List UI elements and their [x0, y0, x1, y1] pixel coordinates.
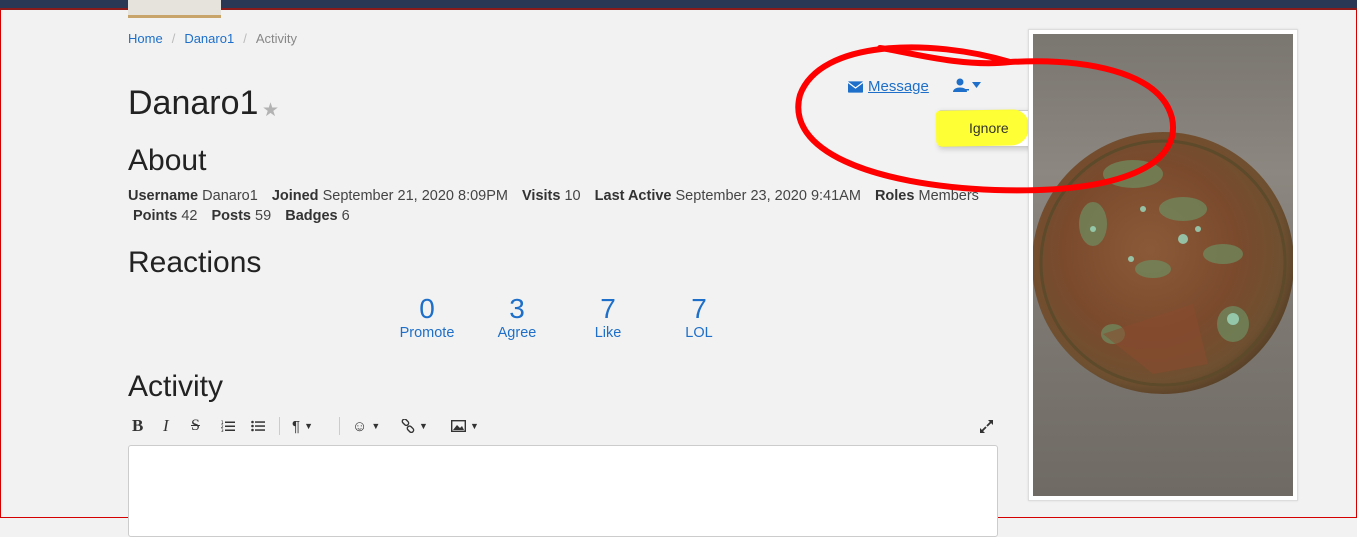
user-icon — [953, 78, 969, 92]
breadcrumb: Home / Danaro1 / Activity — [128, 31, 297, 46]
star-icon[interactable]: ★ — [262, 99, 279, 122]
caret-down-icon: ▼ — [419, 421, 428, 431]
ordered-list-icon[interactable]: 123 — [221, 414, 235, 438]
about-field: Badges 6 — [285, 208, 350, 224]
toolbar-divider — [339, 417, 340, 435]
reactions-heading: Reactions — [128, 246, 262, 279]
breadcrumb-home-link[interactable]: Home — [128, 31, 163, 46]
about-field: Roles Members — [874, 188, 979, 204]
fullscreen-icon[interactable] — [979, 414, 994, 438]
message-label: Message — [868, 78, 929, 95]
about-field: Joined September 21, 2020 8:09PM — [271, 188, 508, 204]
activity-editor-input[interactable] — [128, 445, 998, 537]
about-field: Posts 59 — [211, 208, 272, 224]
site-logo[interactable] — [128, 0, 221, 18]
emoji-icon[interactable]: ☺ ▼ — [352, 414, 380, 438]
toolbar-divider — [279, 417, 280, 435]
reaction-like[interactable]: 7 Like — [563, 293, 653, 341]
breadcrumb-separator: / — [243, 31, 247, 46]
coin-image — [1032, 132, 1294, 394]
image-icon[interactable]: ▼ — [451, 414, 479, 438]
user-options-dropdown[interactable] — [953, 78, 981, 92]
link-icon[interactable]: ▼ — [401, 414, 428, 438]
profile-photo-image — [1032, 34, 1294, 496]
about-heading: About — [128, 144, 207, 177]
breadcrumb-current: Activity — [255, 31, 297, 46]
caret-down-icon — [972, 82, 981, 88]
reaction-agree[interactable]: 3 Agree — [472, 293, 562, 341]
message-button[interactable]: Message — [848, 78, 929, 95]
breadcrumb-user-link[interactable]: Danaro1 — [184, 31, 234, 46]
caret-down-icon: ▼ — [304, 421, 313, 431]
paragraph-format-icon[interactable]: ¶ ▼ — [292, 414, 313, 438]
activity-heading: Activity — [128, 370, 224, 403]
about-field: Visits 10 — [522, 188, 581, 204]
about-field: Username Danaro1 — [128, 188, 258, 204]
reaction-promote[interactable]: 0 Promote — [382, 293, 472, 341]
breadcrumb-separator: / — [171, 31, 176, 46]
profile-photo — [1028, 29, 1298, 501]
strikethrough-icon[interactable]: S — [191, 414, 200, 438]
envelope-icon — [848, 80, 863, 93]
about-field: Points 42 — [133, 208, 198, 224]
about-field: Last Active September 23, 2020 9:41AM — [594, 188, 861, 204]
caret-down-icon: ▼ — [470, 421, 479, 431]
caret-down-icon: ▼ — [371, 421, 381, 431]
italic-icon[interactable]: I — [163, 414, 169, 438]
about-fields-row-2: Points 42 Posts 59 Badges 6 — [133, 208, 360, 224]
bullet-list-icon[interactable] — [251, 414, 265, 438]
profile-name: Danaro1 — [128, 84, 259, 122]
about-fields-row-1: Username Danaro1 Joined September 21, 20… — [128, 188, 989, 204]
reaction-lol[interactable]: 7 LOL — [654, 293, 744, 341]
svg-text:3: 3 — [221, 428, 224, 432]
editor-toolbar: B I S 123 ¶ ▼ ☺ ▼ ▼ ▼ — [128, 414, 998, 438]
bold-icon[interactable]: B — [132, 414, 143, 438]
menu-item-ignore[interactable]: Ignore — [969, 120, 1009, 136]
